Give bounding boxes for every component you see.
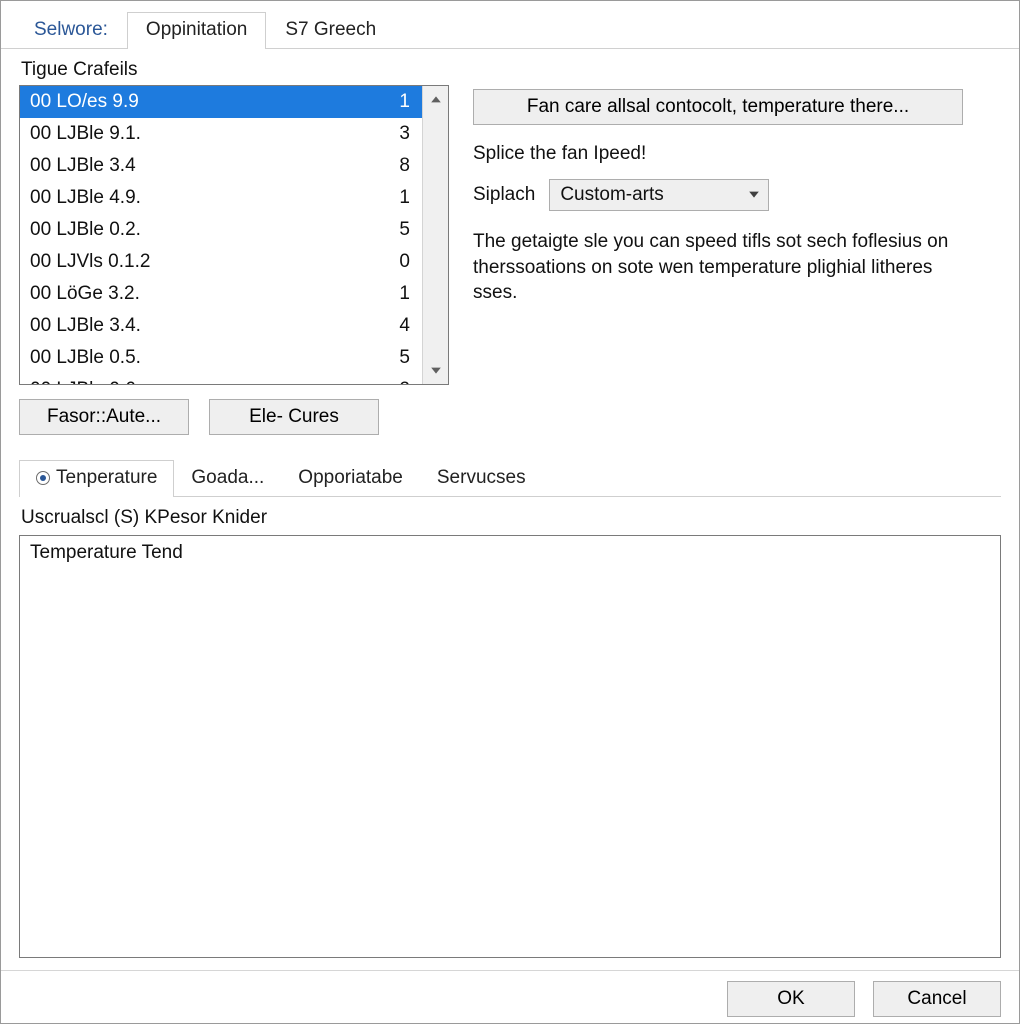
siplach-select[interactable]: Custom-arts — [549, 179, 769, 211]
sub-section-label: Uscrualscl (S) KPesor Knider — [21, 507, 1001, 529]
list-item[interactable]: 00 LJBle 4.9. 1 — [20, 182, 422, 214]
chart-title: Temperature Tend — [30, 542, 183, 563]
top-tabstrip: Selwore: Oppinitation S7 Greech — [1, 1, 1019, 49]
fan-speed-heading: Splice the fan Ipeed! — [473, 143, 1001, 165]
list-item-value: 4 — [374, 312, 410, 340]
list-item[interactable]: 00 LöGe 3.2. 1 — [20, 278, 422, 310]
list-item[interactable]: 00 LJBle 0.5. 5 — [20, 342, 422, 374]
fan-control-header-button[interactable]: Fan care allsal contocolt, temperature t… — [473, 89, 963, 125]
list-item-name: 00 LJBle 4.9. — [30, 184, 141, 212]
subtab-temperature[interactable]: Tenperature — [19, 460, 174, 497]
list-item[interactable]: 00 LO/es 9.9 1 — [20, 86, 422, 118]
list-item-name: 00 LJBle 0.6. — [30, 376, 141, 384]
temperature-chart[interactable]: Temperature Tend — [19, 535, 1001, 958]
tab-selwore[interactable]: Selwore: — [15, 12, 127, 49]
list-item-value: 5 — [374, 216, 410, 244]
list-item-name: 00 LJBle 3.4 — [30, 152, 136, 180]
list-item-name: 00 LJBle 9.1. — [30, 120, 141, 148]
list-item-name: 00 LO/es 9.9 — [30, 88, 139, 116]
sub-tabstrip: Tenperature Goada... Opporiatabe Servucs… — [19, 459, 1001, 497]
scroll-down-arrow-icon[interactable] — [423, 356, 448, 384]
tab-content: Tigue Crafeils 00 LO/es 9.9100 LJBle 9.1… — [1, 49, 1019, 970]
subtab-opporiatabe[interactable]: Opporiatabe — [281, 460, 420, 497]
listbox-scrollbar[interactable] — [422, 86, 448, 384]
ele-cures-button[interactable]: Ele- Cures — [209, 399, 379, 435]
list-item[interactable]: 00 LJBle 0.6. 2 — [20, 374, 422, 384]
list-item-value: 1 — [374, 88, 410, 116]
list-item[interactable]: 00 LJBle 9.1. 3 — [20, 118, 422, 150]
dialog-footer: OK Cancel — [1, 970, 1019, 1023]
crafeils-listbox[interactable]: 00 LO/es 9.9 1 00 LJBle 9.1. 3 00 LJBle 3.4 8… — [19, 85, 449, 385]
list-item-value: 1 — [374, 184, 410, 212]
list-item-value: 1 — [374, 280, 410, 308]
dialog-window: Selwore: Oppinitation S7 Greech Tigue Cr… — [0, 0, 1020, 1024]
list-item-name: 00 LJVls 0.1.2 — [30, 248, 150, 276]
tab-oppinitation[interactable]: Oppinitation — [127, 12, 266, 49]
list-item[interactable]: 00 LJBle 3.4 8 — [20, 150, 422, 182]
list-item-name: 00 LJBle 0.2. — [30, 216, 141, 244]
list-item-value: 3 — [374, 120, 410, 148]
scroll-up-arrow-icon[interactable] — [423, 86, 448, 114]
fasor-aute-button[interactable]: Fasor::Aute... — [19, 399, 189, 435]
list-item[interactable]: 00 LJVls 0.1.2 0 — [20, 246, 422, 278]
siplach-select-value: Custom-arts — [560, 184, 663, 206]
list-item-name: 00 LJBle 3.4. — [30, 312, 141, 340]
list-item-value: 5 — [374, 344, 410, 372]
right-column: Fan care allsal contocolt, temperature t… — [473, 85, 1001, 306]
subtab-servucses[interactable]: Servucses — [420, 460, 543, 497]
sub-content: Uscrualscl (S) KPesor Knider Temperature… — [19, 497, 1001, 970]
list-item[interactable]: 00 LJBle 0.2. 5 — [20, 214, 422, 246]
list-item-value: 8 — [374, 152, 410, 180]
description-text: The getaigte sle you can speed tifls sot… — [473, 229, 953, 306]
list-item-value: 0 — [374, 248, 410, 276]
list-item-name: 00 LJBle 0.5. — [30, 344, 141, 372]
listbox-items: 00 LO/es 9.9 1 00 LJBle 9.1. 3 00 LJBle 3.4 8… — [20, 86, 422, 384]
tab-s7-greech[interactable]: S7 Greech — [266, 12, 395, 49]
list-item-name: 00 LöGe 3.2. — [30, 280, 140, 308]
chevron-down-icon — [748, 188, 760, 203]
ok-button[interactable]: OK — [727, 981, 855, 1017]
list-section-label: Tigue Crafeils — [21, 59, 1001, 81]
list-buttons: Fasor::Aute... Ele- Cures — [19, 399, 449, 435]
siplach-formline: Siplach Custom-arts — [473, 179, 1001, 211]
subtab-goada[interactable]: Goada... — [174, 460, 281, 497]
list-item-value: 2 — [374, 376, 410, 384]
list-item[interactable]: 00 LJBle 3.4. 4 — [20, 310, 422, 342]
radio-dot-icon — [36, 471, 50, 485]
upper-row: 00 LO/es 9.9 1 00 LJBle 9.1. 3 00 LJBle 3.4 8… — [19, 85, 1001, 435]
cancel-button[interactable]: Cancel — [873, 981, 1001, 1017]
siplach-label: Siplach — [473, 184, 535, 206]
subtab-temperature-label: Tenperature — [56, 467, 157, 489]
list-wrap: 00 LO/es 9.9 1 00 LJBle 9.1. 3 00 LJBle 3.4 8… — [19, 85, 449, 435]
